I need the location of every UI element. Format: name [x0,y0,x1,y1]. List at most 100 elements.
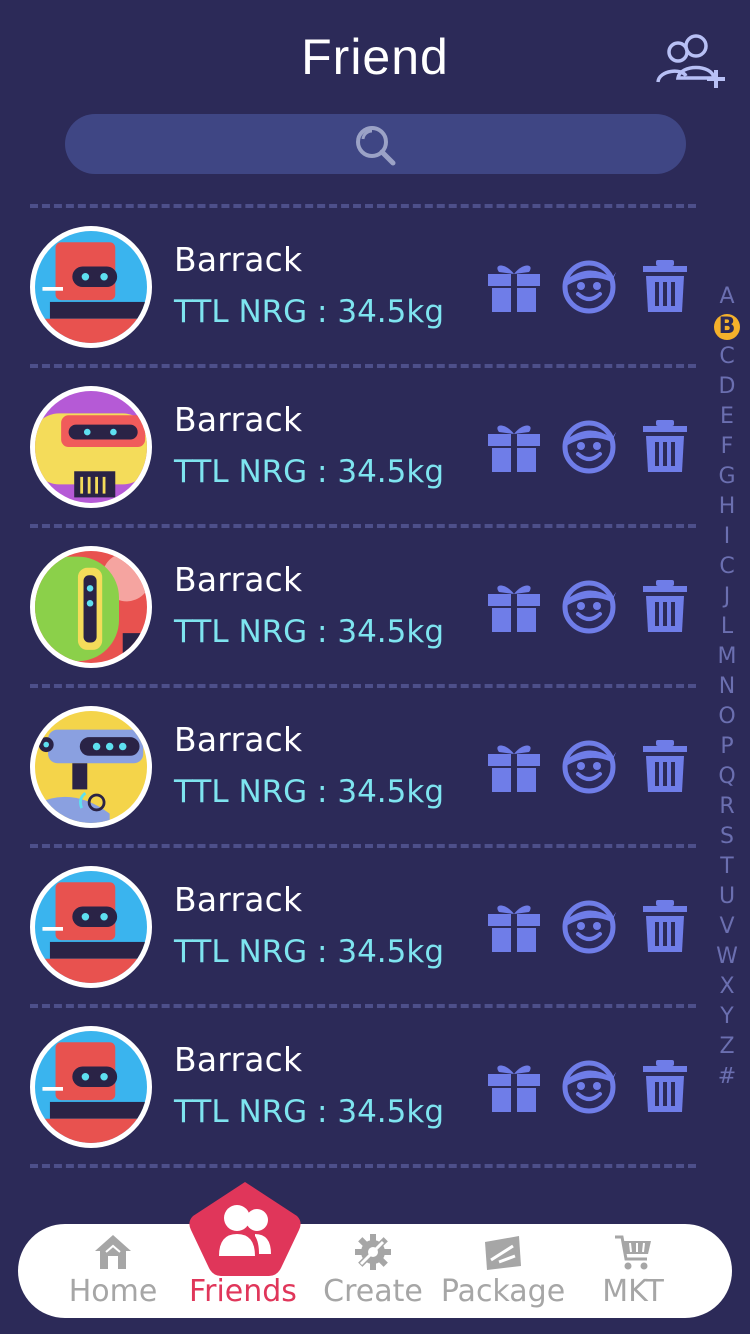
alphabet-letter[interactable]: A [710,282,744,312]
search-bar[interactable] [65,114,686,174]
alphabet-letter[interactable]: D [710,372,744,402]
friend-avatar[interactable] [30,1026,152,1148]
friend-avatar[interactable] [30,546,152,668]
trash-icon [643,580,687,632]
smiley-bandana-icon [562,420,616,474]
alphabet-letter[interactable]: U [710,882,744,912]
tab-mkt[interactable]: MKT [573,1224,693,1318]
alphabet-letter[interactable]: G [710,462,744,492]
alphabet-letter[interactable]: N [710,672,744,702]
tab-create[interactable]: Create [313,1224,433,1318]
cart-icon [615,1235,651,1270]
alphabet-letter[interactable]: Q [710,762,744,792]
friend-row[interactable]: Barrack TTL NRG : 34.5kg [0,360,700,520]
alphabet-letter[interactable]: Z [710,1032,744,1062]
alphabet-letter[interactable]: # [710,1062,744,1092]
friend-avatar[interactable] [30,386,152,508]
gear-icon [355,1234,391,1270]
alphabet-index: A B C D E F G H I C J L M N O P Q R S T U V W X Y Z # [710,282,744,1092]
alphabet-letter[interactable]: T [710,852,744,882]
gift-icon [488,745,540,792]
interact-button[interactable] [560,738,618,794]
smiley-bandana-icon [562,580,616,634]
send-gift-button[interactable] [485,738,543,794]
search-icon [356,126,396,166]
interact-button[interactable] [560,418,618,474]
interact-button[interactable] [560,258,618,314]
friend-row[interactable]: Barrack TTL NRG : 34.5kg [0,840,700,1000]
friend-row[interactable]: Barrack TTL NRG : 34.5kg [0,1000,700,1160]
send-gift-button[interactable] [485,258,543,314]
trash-icon [643,900,687,952]
delete-friend-button[interactable] [636,738,694,794]
friend-energy: TTL NRG : 34.5kg [174,294,445,330]
alphabet-letter[interactable]: M [710,642,744,672]
alphabet-letter[interactable]: P [710,732,744,762]
trash-icon [643,740,687,792]
add-friend-icon [656,34,725,88]
alphabet-letter[interactable]: Y [710,1002,744,1032]
alphabet-letter[interactable]: E [710,402,744,432]
delete-friend-button[interactable] [636,418,694,474]
send-gift-button[interactable] [485,1058,543,1114]
alphabet-letter[interactable]: J [710,582,744,612]
friend-energy: TTL NRG : 34.5kg [174,454,445,490]
send-gift-button[interactable] [485,898,543,954]
alphabet-letter[interactable]: C [710,552,744,582]
page-title: Friend [301,29,449,85]
tab-home[interactable]: Home [53,1224,173,1318]
alphabet-letter[interactable]: S [710,822,744,852]
friend-energy: TTL NRG : 34.5kg [174,934,445,970]
trash-icon [643,1060,687,1112]
send-gift-button[interactable] [485,578,543,634]
alphabet-letter[interactable]: R [710,792,744,822]
gift-icon [488,585,540,632]
friend-avatar[interactable] [30,226,152,348]
tab-mkt-label: MKT [602,1274,664,1309]
smiley-bandana-icon [562,1060,616,1114]
friends-icon [189,1182,301,1276]
friend-energy: TTL NRG : 34.5kg [174,1094,445,1130]
friend-avatar[interactable] [30,706,152,828]
friend-row[interactable]: Barrack TTL NRG : 34.5kg [0,200,700,360]
alphabet-letter[interactable]: I [710,522,744,552]
alphabet-letter[interactable]: W [710,942,744,972]
gift-icon [488,425,540,472]
interact-button[interactable] [560,898,618,954]
delete-friend-button[interactable] [636,258,694,314]
friend-name: Barrack [174,240,303,279]
delete-friend-button[interactable] [636,898,694,954]
alphabet-letter[interactable]: F [710,432,744,462]
friends-tab-badge[interactable] [185,1180,305,1280]
alphabet-letter[interactable]: H [710,492,744,522]
delete-friend-button[interactable] [636,578,694,634]
trash-icon [643,420,687,472]
friend-name: Barrack [174,400,303,439]
interact-button[interactable] [560,578,618,634]
smiley-bandana-icon [562,900,616,954]
friend-energy: TTL NRG : 34.5kg [174,614,445,650]
interact-button[interactable] [560,1058,618,1114]
friend-name: Barrack [174,1040,303,1079]
send-gift-button[interactable] [485,418,543,474]
friend-name: Barrack [174,720,303,759]
tab-bar: Home Friends Create Package MKT [18,1224,732,1318]
alphabet-letter[interactable]: O [710,702,744,732]
friend-row[interactable]: Barrack TTL NRG : 34.5kg [0,520,700,680]
smiley-bandana-icon [562,740,616,794]
friend-name: Barrack [174,560,303,599]
tab-package[interactable]: Package [441,1224,565,1318]
smiley-bandana-icon [562,260,616,314]
friend-name: Barrack [174,880,303,919]
alphabet-letter[interactable]: C [710,342,744,372]
home-icon [95,1235,131,1269]
alphabet-letter[interactable]: B [710,312,744,342]
friend-avatar[interactable] [30,866,152,988]
row-divider [30,1164,696,1168]
alphabet-letter[interactable]: L [710,612,744,642]
friend-row[interactable]: Barrack TTL NRG : 34.5kg [0,680,700,840]
delete-friend-button[interactable] [636,1058,694,1114]
alphabet-letter[interactable]: V [710,912,744,942]
alphabet-letter[interactable]: X [710,972,744,1002]
add-friend-button[interactable] [654,30,730,90]
